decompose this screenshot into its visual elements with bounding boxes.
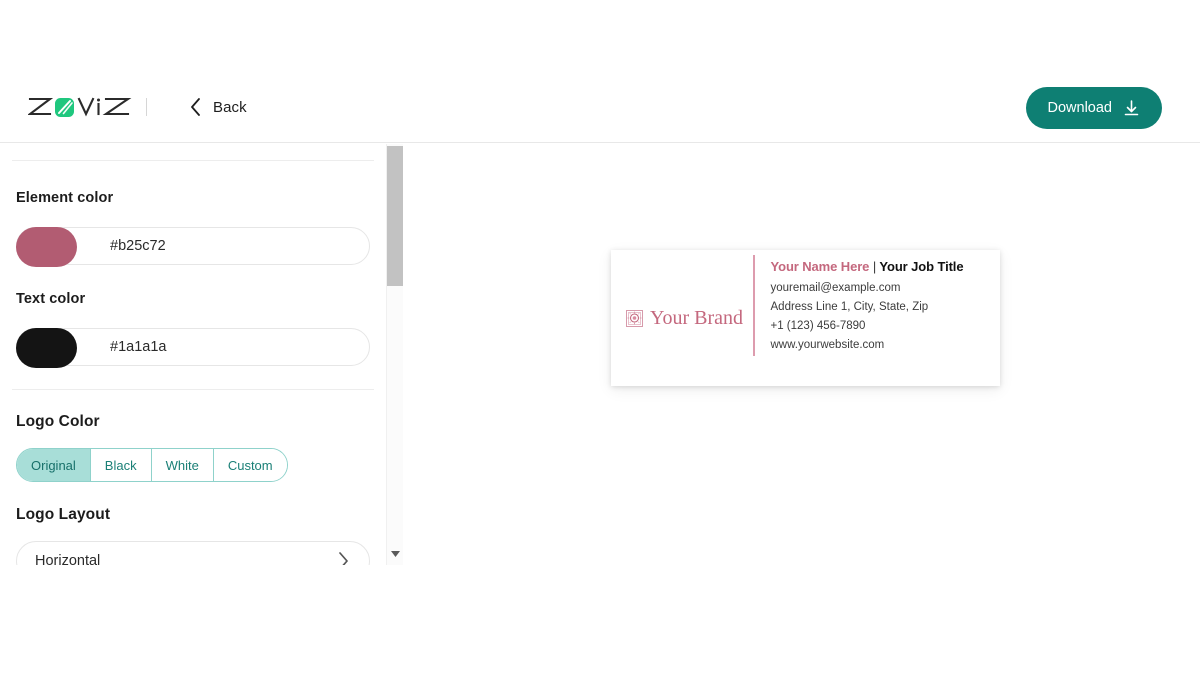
logo-layout-select[interactable]: Horizontal <box>16 541 370 565</box>
text-color-field[interactable]: #1a1a1a <box>16 328 370 368</box>
email-signature-card[interactable]: Your Brand Your Name Here | Your Job Tit… <box>611 250 1000 386</box>
text-color-label: Text color <box>16 291 86 307</box>
panel-scrollbar[interactable] <box>386 144 403 565</box>
header-divider <box>146 98 147 116</box>
signature-name-title-line: Your Name Here | Your Job Title <box>771 259 964 274</box>
signature-email: youremail@example.com <box>770 282 901 294</box>
download-button[interactable]: Download <box>1025 87 1162 129</box>
chevron-left-icon <box>191 98 200 116</box>
signature-brand-block: Your Brand <box>611 307 753 330</box>
signature-job-title: Your Job Title <box>879 259 964 274</box>
download-icon <box>1124 99 1139 115</box>
preview-canvas: Your Brand Your Name Here | Your Job Tit… <box>404 144 1200 675</box>
signature-address: Address Line 1, City, State, Zip <box>770 301 929 313</box>
chevron-right-icon <box>339 552 348 565</box>
logo-layout-label: Logo Layout <box>16 506 111 523</box>
back-button-label: Back <box>213 98 247 116</box>
signature-brand-name: Your Brand <box>650 306 743 329</box>
element-color-value: #b25c72 <box>110 238 166 254</box>
logo-color-option-black[interactable]: Black <box>90 449 152 481</box>
signature-phone: +1 (123) 456-7890 <box>770 320 866 332</box>
element-color-label: Element color <box>16 190 114 206</box>
signature-details: Your Name Here | Your Job Title youremai… <box>755 259 964 377</box>
logo-color-option-white[interactable]: White <box>151 449 214 481</box>
text-color-value: #1a1a1a <box>110 339 167 355</box>
download-button-label: Download <box>1047 100 1113 116</box>
signature-person-name: Your Name Here <box>770 259 870 274</box>
panel-scrollbar-down-arrow[interactable] <box>387 547 403 561</box>
signature-separator: | <box>872 259 877 274</box>
element-color-swatch[interactable] <box>16 227 77 267</box>
text-color-swatch[interactable] <box>16 328 77 368</box>
element-color-field[interactable]: #b25c72 <box>16 227 370 267</box>
ornate-square-emblem-icon <box>626 309 643 327</box>
logo-color-option-custom[interactable]: Custom <box>213 449 287 481</box>
zoviz-logo-icon <box>28 97 132 117</box>
back-button[interactable]: Back <box>190 94 247 120</box>
signature-website: www.yourwebsite.com <box>770 339 885 351</box>
logo-layout-value: Horizontal <box>35 553 101 565</box>
app-header: Back Download <box>0 72 1200 143</box>
logo-color-option-original[interactable]: Original <box>17 449 91 481</box>
triangle-down-icon <box>390 551 400 557</box>
settings-panel: Element color #b25c72 Text color #1a1a1a… <box>0 144 386 565</box>
zoviz-logo[interactable] <box>28 90 134 124</box>
panel-scrollbar-thumb[interactable] <box>387 146 403 286</box>
logo-color-segmented-control[interactable]: Original Black White Custom <box>16 448 288 482</box>
logo-color-label: Logo Color <box>16 413 100 430</box>
app-root: Back Download Element color #b25c72 Text… <box>0 0 1200 675</box>
